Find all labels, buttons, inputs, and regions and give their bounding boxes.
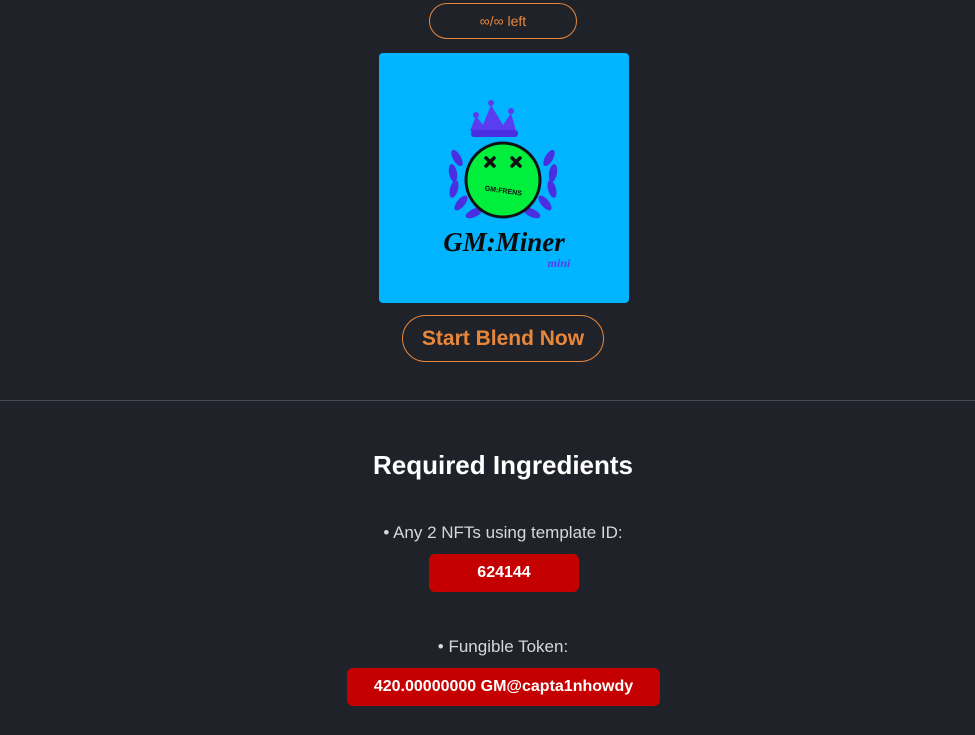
logo-title: GM:Miner	[443, 227, 565, 257]
nft-image: GM:FRENS GM:Miner mini	[379, 53, 629, 303]
smiley-face-icon: GM:FRENS	[464, 141, 542, 219]
start-blend-button[interactable]: Start Blend Now	[402, 315, 604, 362]
ingredient-label-token: • Fungible Token:	[437, 637, 569, 656]
blend-page: ∞/∞ left GM:FRENS GM:Miner mini Start Bl…	[0, 0, 975, 735]
template-id-badge: 624144	[429, 554, 579, 592]
gm-miner-logo: GM:FRENS GM:Miner mini	[443, 100, 571, 270]
token-amount-badge: 420.00000000 GM@capta1nhowdy	[347, 668, 660, 706]
logo-subtitle: mini	[548, 256, 571, 270]
remaining-count-pill: ∞/∞ left	[429, 3, 577, 39]
ingredient-label-nft: • Any 2 NFTs using template ID:	[383, 523, 623, 542]
section-divider	[0, 400, 975, 401]
crown-icon	[470, 100, 518, 137]
required-ingredients-title: Required Ingredients	[372, 450, 634, 480]
